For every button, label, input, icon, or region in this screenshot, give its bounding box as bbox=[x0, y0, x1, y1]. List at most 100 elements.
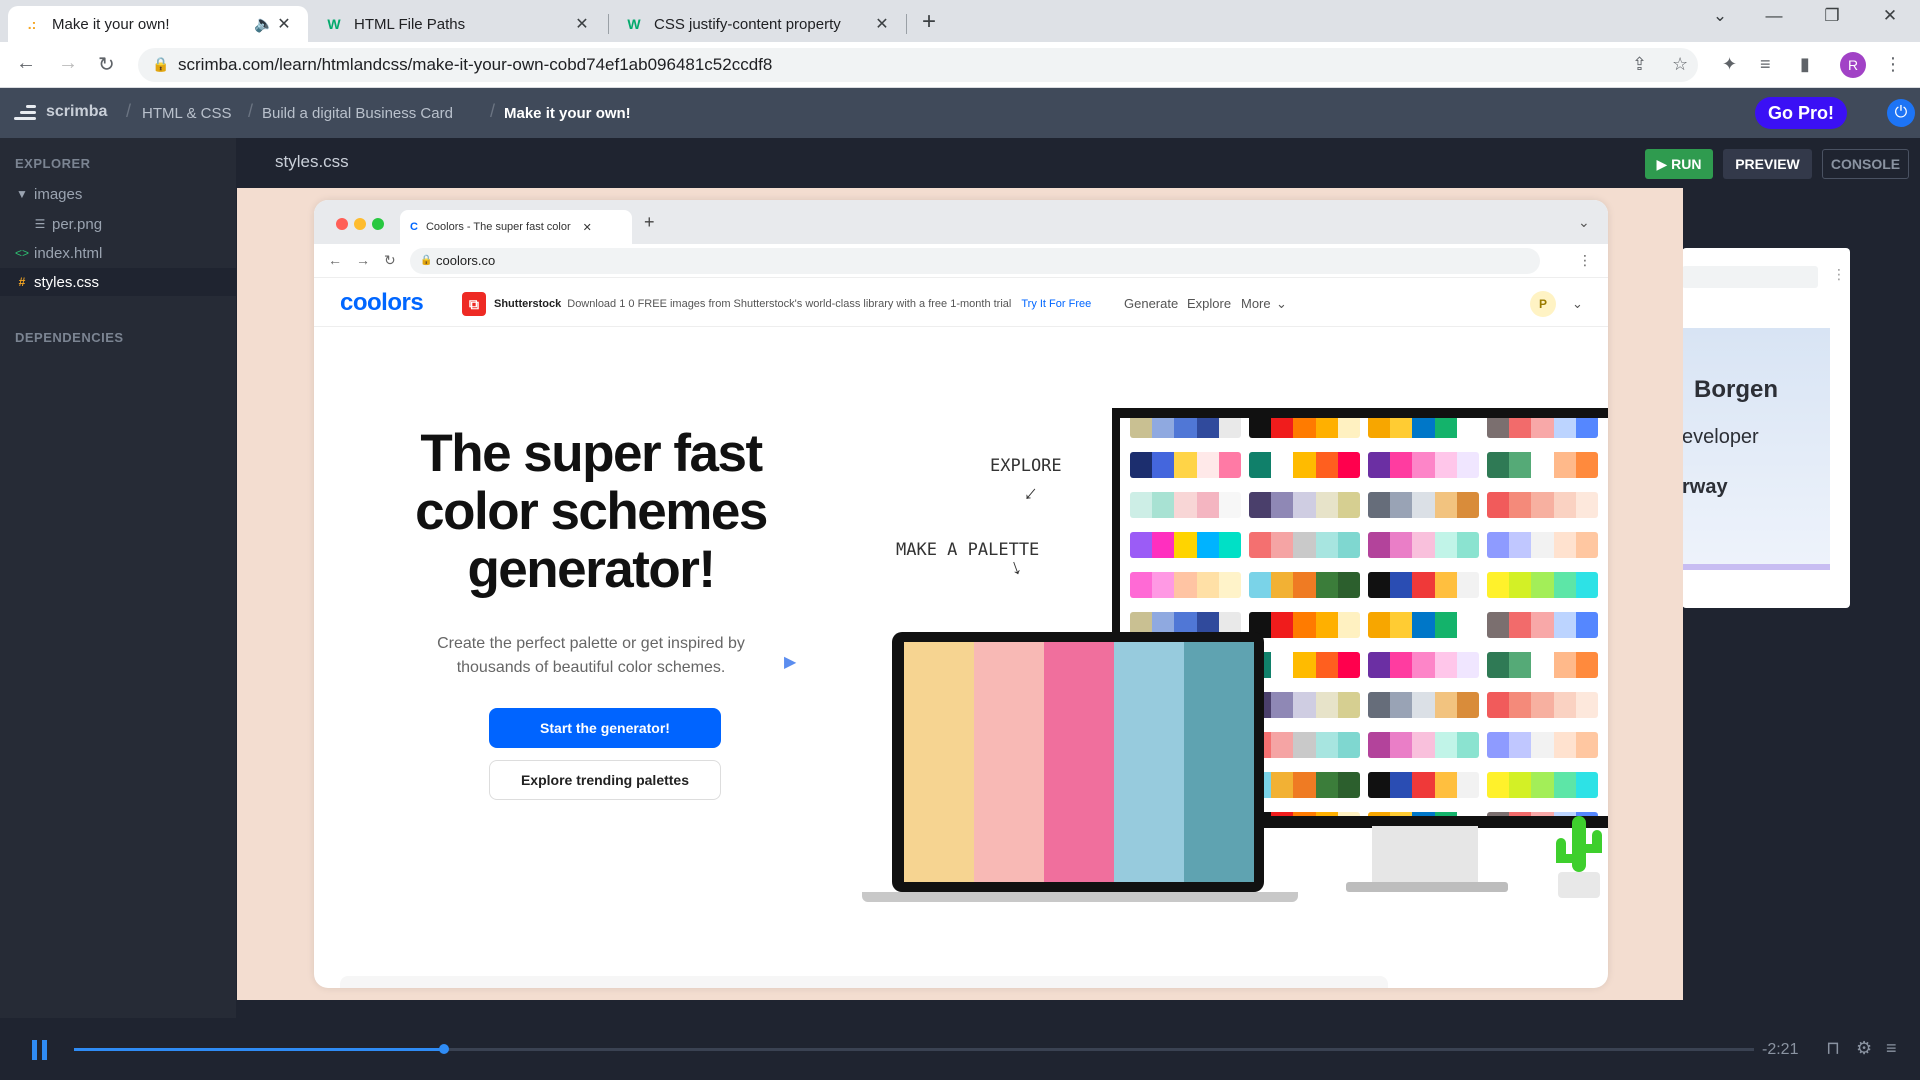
palette-swatch bbox=[1218, 492, 1241, 518]
palette-swatch bbox=[1390, 772, 1413, 798]
media-icon[interactable]: ≡ bbox=[1760, 54, 1771, 75]
run-button[interactable]: ▶ RUN bbox=[1645, 149, 1713, 179]
w3schools-favicon-icon: W bbox=[327, 16, 341, 32]
lock-icon[interactable]: 🔒 bbox=[152, 56, 169, 73]
folder-images[interactable]: ▼ images bbox=[0, 180, 236, 208]
file-per-png[interactable]: ☰ per.png bbox=[0, 210, 236, 238]
palette-swatch bbox=[1456, 418, 1479, 438]
lesson-video-frame[interactable]: C Coolors - The super fast color ✕ + ⌄ ←… bbox=[237, 188, 1683, 1000]
palette-swatch bbox=[1368, 572, 1391, 598]
close-icon[interactable]: ✕ bbox=[872, 14, 892, 34]
scrimba-logo-text: scrimba bbox=[46, 103, 108, 120]
menu-icon[interactable]: ⋮ bbox=[1884, 54, 1902, 75]
minimize-icon[interactable]: — bbox=[1754, 6, 1794, 26]
tab-search-icon[interactable]: ⌄ bbox=[1700, 6, 1740, 26]
close-icon[interactable]: ✕ bbox=[572, 14, 592, 34]
palette-swatch bbox=[1368, 612, 1391, 638]
tab-make-it-your-own[interactable]: .: Make it your own! 🔈 ✕ bbox=[8, 6, 308, 42]
monitor-palette bbox=[1368, 652, 1479, 678]
breadcrumb-module[interactable]: Build a digital Business Card bbox=[262, 105, 453, 122]
bookmark-icon[interactable]: ⊓ bbox=[1826, 1038, 1840, 1059]
palette-swatch bbox=[1412, 812, 1435, 816]
palette-swatch bbox=[1553, 652, 1576, 678]
palette-swatch bbox=[1575, 452, 1598, 478]
side-panel-icon[interactable]: ▮ bbox=[1800, 54, 1810, 75]
palette-card-placeholder bbox=[340, 976, 570, 988]
profile-avatar[interactable]: R bbox=[1840, 52, 1866, 78]
restore-icon[interactable]: ❐ bbox=[1812, 6, 1852, 26]
progress-fill bbox=[74, 1048, 444, 1051]
palette-swatch bbox=[1553, 732, 1576, 758]
browser-toolbar: ← → ↻ 🔒 scrimba.com/learn/htmlandcss/mak… bbox=[0, 42, 1920, 88]
monitor-palette bbox=[1368, 572, 1479, 598]
reload-icon[interactable]: ↻ bbox=[98, 52, 115, 77]
menu-lines-icon[interactable]: ≡ bbox=[1886, 1038, 1897, 1059]
new-tab-icon[interactable]: + bbox=[922, 8, 936, 36]
bookmark-star-icon[interactable]: ☆ bbox=[1672, 54, 1688, 75]
breadcrumb-course[interactable]: HTML & CSS bbox=[142, 105, 231, 122]
chevron-down-icon: ⌄ bbox=[1578, 214, 1590, 230]
file-styles-css[interactable]: # styles.css bbox=[0, 268, 236, 296]
dependencies-heading[interactable]: DEPENDENCIES bbox=[15, 330, 124, 345]
palette-swatch bbox=[1531, 452, 1554, 478]
palette-swatch bbox=[1218, 418, 1241, 438]
extensions-icon[interactable]: ✦ bbox=[1722, 54, 1737, 75]
palette-swatch bbox=[1315, 692, 1338, 718]
address-bar[interactable]: 🔒 scrimba.com/learn/htmlandcss/make-it-y… bbox=[138, 48, 1698, 82]
palette-swatch bbox=[1249, 418, 1272, 438]
palette-swatch bbox=[1575, 532, 1598, 558]
back-icon[interactable]: ← bbox=[16, 52, 36, 75]
monitor-palette bbox=[1487, 772, 1598, 798]
tab-css-justify-content[interactable]: W CSS justify-content property ✕ bbox=[610, 6, 906, 42]
preview-button[interactable]: PREVIEW bbox=[1723, 149, 1812, 179]
preview-name: Borgen bbox=[1694, 376, 1778, 403]
palette-swatch bbox=[1456, 692, 1479, 718]
progress-handle[interactable] bbox=[439, 1044, 449, 1054]
speaker-icon[interactable]: 🔈 bbox=[254, 14, 274, 34]
nav-generate: Generate bbox=[1124, 296, 1179, 311]
palette-card-placeholder bbox=[954, 976, 1184, 988]
palette-swatch bbox=[1509, 692, 1532, 718]
console-button[interactable]: CONSOLE bbox=[1822, 149, 1909, 179]
palette-swatch bbox=[1218, 572, 1241, 598]
pause-button[interactable] bbox=[32, 1040, 48, 1060]
shutterstock-ad: ⧉ Shutterstock Download 1 0 FREE images … bbox=[462, 292, 1091, 316]
go-pro-button[interactable]: Go Pro! bbox=[1755, 97, 1847, 129]
power-icon[interactable]: ⏻ bbox=[1887, 99, 1915, 127]
monitor-palette bbox=[1368, 732, 1479, 758]
menu-icon: ⋮ bbox=[1832, 266, 1846, 282]
close-window-icon[interactable]: ✕ bbox=[1870, 6, 1910, 26]
palette-swatch bbox=[1271, 452, 1294, 478]
file-icon: ☰ bbox=[34, 217, 46, 231]
close-icon[interactable]: ✕ bbox=[274, 14, 294, 34]
monitor-palette bbox=[1130, 572, 1241, 598]
palette-swatch bbox=[1456, 572, 1479, 598]
file-index-html[interactable]: <> index.html bbox=[0, 239, 236, 267]
tab-html-file-paths[interactable]: W HTML File Paths ✕ bbox=[310, 6, 606, 42]
monitor-palette bbox=[1487, 652, 1598, 678]
share-icon[interactable]: ⇪ bbox=[1632, 54, 1647, 75]
palette-swatch bbox=[1531, 532, 1554, 558]
palette-swatch bbox=[1509, 418, 1532, 438]
file-explorer: EXPLORER ▼ images ☰ per.png <> index.htm… bbox=[0, 138, 236, 1018]
preview-title: eveloper bbox=[1682, 426, 1759, 448]
monitor-stand bbox=[1372, 826, 1478, 886]
monitor-palette bbox=[1249, 572, 1360, 598]
forward-icon[interactable]: → bbox=[58, 52, 78, 75]
palette-swatch bbox=[1456, 772, 1479, 798]
palette-swatch bbox=[1575, 572, 1598, 598]
monitor-palette bbox=[1487, 452, 1598, 478]
file-name: images bbox=[34, 185, 83, 203]
palette-swatch bbox=[1152, 418, 1175, 438]
tab-divider bbox=[608, 14, 609, 34]
monitor-palette bbox=[1249, 612, 1360, 638]
settings-gear-icon[interactable]: ⚙ bbox=[1856, 1038, 1872, 1059]
coolors-logo: coolors bbox=[340, 289, 424, 316]
palette-swatch bbox=[1487, 452, 1510, 478]
monitor-palette bbox=[1249, 492, 1360, 518]
palette-swatch bbox=[1531, 612, 1554, 638]
palette-swatch bbox=[1531, 692, 1554, 718]
scrimba-logo[interactable]: scrimba bbox=[14, 103, 107, 121]
palette-swatch bbox=[1390, 612, 1413, 638]
hero-headline: The super fast color schemes generator! bbox=[415, 424, 768, 599]
